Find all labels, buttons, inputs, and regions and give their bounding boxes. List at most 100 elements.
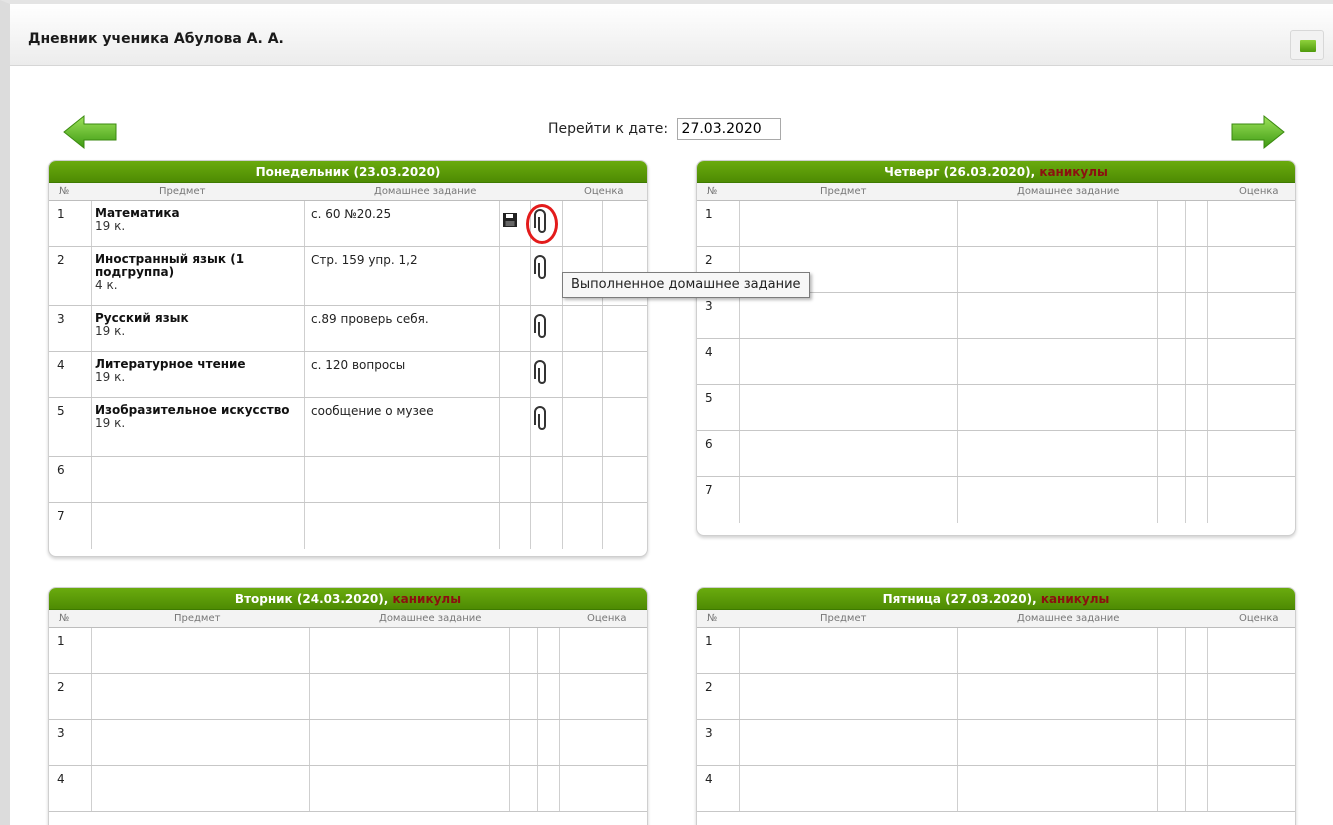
subject-name: Иностранный язык (1 подгруппа) xyxy=(95,252,245,279)
col-grade: Оценка xyxy=(1239,613,1279,624)
vacation-label: каникулы xyxy=(392,592,462,606)
day-title: Понедельник (23.03.2020) xyxy=(255,165,441,179)
lesson-number: 2 xyxy=(57,680,65,694)
table-row: 5 xyxy=(697,385,1295,431)
app-window: Дневник ученика Абулова А. А. Перейти к … xyxy=(0,0,1333,825)
date-label: Перейти к дате: xyxy=(548,121,669,137)
lesson-number: 1 xyxy=(57,207,65,221)
col-num: № xyxy=(59,613,70,624)
table-row: 1 xyxy=(49,628,647,674)
lesson-number: 4 xyxy=(705,345,713,359)
lesson-number: 6 xyxy=(705,437,713,451)
subject-hours: 19 к. xyxy=(95,370,126,384)
table-row: 1 xyxy=(697,201,1295,247)
paperclip-icon[interactable] xyxy=(534,360,550,386)
col-subject: Предмет xyxy=(820,613,867,624)
col-homework: Домашнее задание xyxy=(379,613,482,624)
day-header: Понедельник (23.03.2020) xyxy=(49,161,647,183)
date-input[interactable] xyxy=(676,118,781,140)
lesson-number: 7 xyxy=(705,483,713,497)
table-row: 1 Математика 19 к. с. 60 №20.25 xyxy=(49,201,647,247)
highlight-circle xyxy=(526,204,558,244)
date-navigator: Перейти к дате: xyxy=(548,118,781,140)
subject-cell: Литературное чтение 19 к. xyxy=(95,358,295,384)
arrow-left-icon[interactable] xyxy=(62,114,118,150)
lesson-number: 2 xyxy=(57,253,65,267)
table-row: 6 xyxy=(697,431,1295,477)
lesson-number: 1 xyxy=(705,207,713,221)
subject-cell: Изобразительное искусство 19 к. xyxy=(95,404,295,430)
homework-text: сообщение о музее xyxy=(311,404,434,418)
subject-cell: Иностранный язык (1 подгруппа) 4 к. xyxy=(95,253,295,292)
paperclip-icon[interactable] xyxy=(534,314,550,340)
table-row: 2 Иностранный язык (1 подгруппа) 4 к. Стр… xyxy=(49,247,647,306)
lesson-number: 2 xyxy=(705,253,713,267)
col-num: № xyxy=(59,186,70,197)
table-row: 2 xyxy=(49,674,647,720)
lesson-number: 4 xyxy=(705,772,713,786)
vacation-label: каникулы xyxy=(1040,592,1110,606)
column-headers: № Предмет Домашнее задание Оценка xyxy=(49,610,647,628)
homework-text: с. 60 №20.25 xyxy=(311,207,392,221)
col-homework: Домашнее задание xyxy=(1017,186,1120,197)
col-num: № xyxy=(707,186,718,197)
table-row: 5 Изобразительное искусство 19 к. сообщен… xyxy=(49,398,647,457)
day-header: Четверг (26.03.2020), каникулы xyxy=(697,161,1295,183)
title-bar: Дневник ученика Абулова А. А. xyxy=(10,4,1333,66)
table-row: 1 xyxy=(697,628,1295,674)
page-title: Дневник ученика Абулова А. А. xyxy=(28,31,284,47)
day-panel-monday: Понедельник (23.03.2020) № Предмет Домаш… xyxy=(48,160,648,557)
lesson-number: 3 xyxy=(57,312,65,326)
lesson-number: 7 xyxy=(57,509,65,523)
table-row: 3 xyxy=(49,720,647,766)
table-row: 4 xyxy=(697,766,1295,812)
day-header: Вторник (24.03.2020), каникулы xyxy=(49,588,647,610)
table-row: 6 xyxy=(49,457,647,503)
subject-cell: Русский язык 19 к. xyxy=(95,312,295,338)
table-row: 2 xyxy=(697,674,1295,720)
window-button[interactable] xyxy=(1290,30,1324,60)
subject-hours: 4 к. xyxy=(95,278,118,292)
lesson-number: 1 xyxy=(705,634,713,648)
col-homework: Домашнее задание xyxy=(1017,613,1120,624)
subject-name: Изобразительное искусство xyxy=(95,403,290,417)
arrow-right-icon[interactable] xyxy=(1230,114,1286,150)
floppy-disk-icon[interactable] xyxy=(502,212,518,228)
day-header: Пятница (27.03.2020), каникулы xyxy=(697,588,1295,610)
subject-hours: 19 к. xyxy=(95,416,126,430)
table-row: 7 xyxy=(49,503,647,549)
paperclip-icon[interactable] xyxy=(534,406,550,432)
subject-hours: 19 к. xyxy=(95,324,126,338)
tooltip: Выполненное домашнее задание xyxy=(562,272,810,298)
paperclip-icon[interactable] xyxy=(534,255,550,281)
lesson-number: 3 xyxy=(57,726,65,740)
column-headers: № Предмет Домашнее задание Оценка xyxy=(697,183,1295,201)
column-headers: № Предмет Домашнее задание Оценка xyxy=(697,610,1295,628)
day-panel-tuesday: Вторник (24.03.2020), каникулы № Предмет… xyxy=(48,587,648,825)
vacation-label: каникулы xyxy=(1039,165,1108,179)
col-grade: Оценка xyxy=(1239,186,1279,197)
col-grade: Оценка xyxy=(587,613,627,624)
lesson-number: 4 xyxy=(57,772,65,786)
table-row: 4 Литературное чтение 19 к. с. 120 вопрос… xyxy=(49,352,647,398)
lesson-number: 5 xyxy=(705,391,713,405)
table-row: 3 Русский язык 19 к. с.89 проверь себя. xyxy=(49,306,647,352)
subject-name: Литературное чтение xyxy=(95,357,246,371)
subject-name: Русский язык xyxy=(95,311,189,325)
lesson-number: 3 xyxy=(705,299,713,313)
lesson-number: 4 xyxy=(57,358,65,372)
day-title: Четверг (26.03.2020), xyxy=(884,165,1040,179)
subject-cell: Математика 19 к. xyxy=(95,207,295,233)
col-homework: Домашнее задание xyxy=(374,186,477,197)
homework-text: с.89 проверь себя. xyxy=(311,312,429,326)
homework-text: Стр. 159 упр. 1,2 xyxy=(311,253,418,267)
col-subject: Предмет xyxy=(174,613,221,624)
column-headers: № Предмет Домашнее задание Оценка xyxy=(49,183,647,201)
day-title: Пятница (27.03.2020), xyxy=(882,592,1041,606)
day-title: Вторник (24.03.2020), xyxy=(234,592,393,606)
lesson-number: 6 xyxy=(57,463,65,477)
table-row: 4 xyxy=(697,339,1295,385)
green-square-icon xyxy=(1300,40,1316,52)
col-subject: Предмет xyxy=(820,186,867,197)
day-panel-friday: Пятница (27.03.2020), каникулы № Предмет… xyxy=(696,587,1296,825)
